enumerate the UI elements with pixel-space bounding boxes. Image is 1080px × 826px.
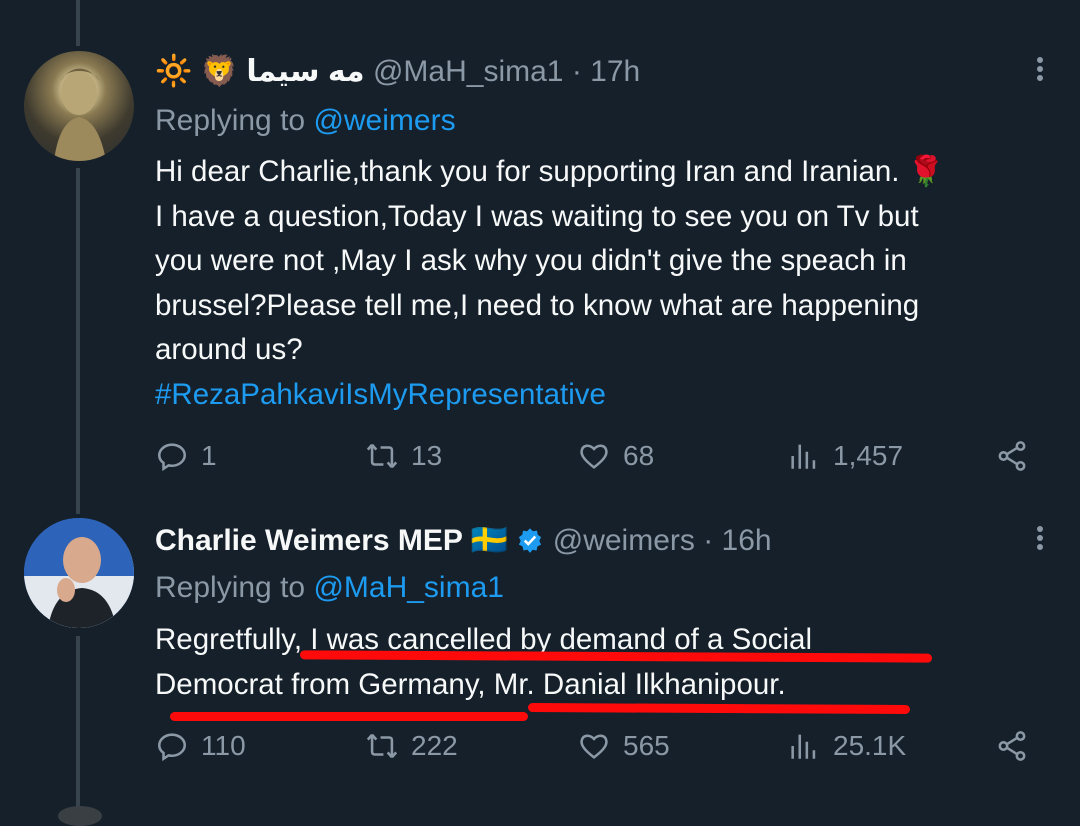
share-button[interactable]: [995, 726, 1041, 766]
highlight-underline: [527, 703, 911, 714]
tweet-text-line: Democrat from Germany, Mr. Danial Ilkhan…: [155, 667, 786, 701]
verified-badge-icon: [519, 528, 542, 553]
next-tweet-avatar[interactable]: [58, 806, 102, 826]
replying-to: Replying to @MaH_sima1: [155, 571, 504, 605]
reply-icon: [157, 733, 187, 762]
views-icon: [791, 734, 816, 759]
like-button[interactable]: 565: [577, 726, 670, 766]
views-count: 25.1K: [833, 730, 907, 761]
retweet-count: 222: [411, 730, 458, 761]
reply-count: 110: [201, 730, 246, 761]
highlight-underline: [170, 712, 528, 721]
retweet-button[interactable]: 222: [365, 726, 458, 766]
like-count: 565: [623, 730, 670, 761]
person-avatar-image: [24, 518, 134, 628]
avatar[interactable]: [24, 518, 134, 628]
reply-button[interactable]: 110: [155, 726, 246, 766]
tweet-header: Charlie Weimers MEP 🇸🇪 @weimers · 16h: [155, 523, 772, 558]
views-button[interactable]: 25.1K: [787, 726, 906, 766]
replying-to-link[interactable]: @MaH_sima1: [313, 571, 504, 604]
tweet-2[interactable]: Charlie Weimers MEP 🇸🇪 @weimers · 16h Re…: [0, 0, 1080, 814]
more-icon[interactable]: [1030, 523, 1050, 553]
timestamp[interactable]: · 16h: [695, 524, 771, 557]
display-name[interactable]: Charlie Weimers MEP 🇸🇪: [155, 524, 508, 557]
heart-icon: [580, 734, 608, 759]
action-bar: 110 222 565 25.1K: [155, 726, 1035, 766]
share-icon: [998, 731, 1026, 761]
retweet-icon: [366, 733, 398, 759]
replying-label: Replying to: [155, 571, 314, 604]
handle[interactable]: @weimers: [553, 524, 695, 557]
